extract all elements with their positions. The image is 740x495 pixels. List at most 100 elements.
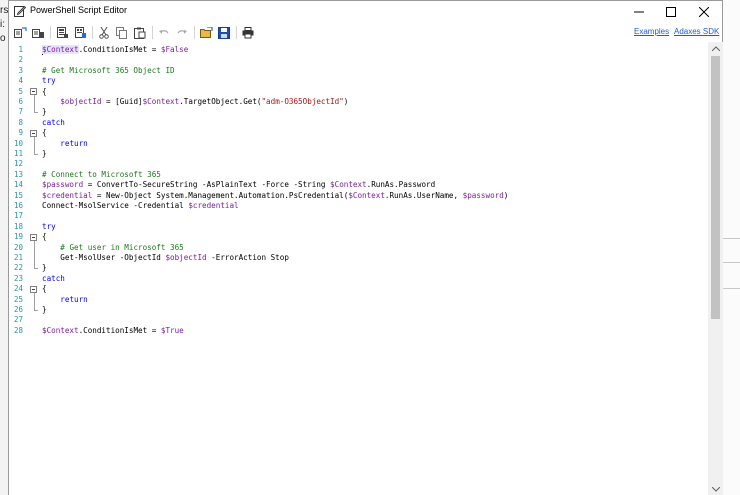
maximize-button[interactable] <box>655 1 687 22</box>
code-line: Get-MsolUser -ObjectId $objectId -ErrorA… <box>42 253 289 263</box>
code-token: .TargetObject.Get( <box>179 97 262 106</box>
insert-snippet-button[interactable] <box>54 25 70 40</box>
scroll-thumb[interactable] <box>711 56 720 319</box>
line-number: 8 <box>18 117 23 127</box>
document-icon <box>56 26 68 38</box>
code-line: try <box>42 76 56 86</box>
code-line: # Get Microsoft 365 Object ID <box>42 66 175 76</box>
code-token: .RunAs.Password <box>366 180 436 190</box>
line-number: 1 <box>18 45 23 54</box>
code-line: try <box>42 222 56 232</box>
scroll-up-button[interactable] <box>708 42 723 54</box>
code-token: try <box>42 221 56 231</box>
line-number: 14 <box>13 180 23 190</box>
uncomment-button[interactable] <box>30 25 46 40</box>
fold-guide-end <box>34 310 38 311</box>
code-line: catch <box>42 274 65 284</box>
save-button[interactable] <box>216 25 232 40</box>
code-token: # Get Microsoft 365 Object ID <box>42 65 175 75</box>
code-line: $password = ConvertTo-SecureString -AsPl… <box>42 180 435 190</box>
code-token: .ConditionIsMet = <box>78 325 161 335</box>
line-number: 12 <box>13 159 23 169</box>
fold-toggle[interactable] <box>30 233 37 241</box>
line-number: 16 <box>13 201 23 210</box>
fold-guide-end <box>34 268 38 270</box>
copy-icon <box>116 26 127 39</box>
print-button[interactable] <box>240 25 256 40</box>
code-editor[interactable]: 1 2 3 4 5 6 7 8 9 10 11 12 13 14 15 16 17 18 19 20 21 22 23 24 2… <box>9 42 708 495</box>
open-file-button[interactable] <box>198 25 214 40</box>
line-number: 17 <box>13 211 23 221</box>
close-button[interactable] <box>688 1 720 22</box>
folder-open-icon <box>199 26 213 38</box>
line-number: 27 <box>13 315 23 325</box>
line-number-gutter: 1 2 3 4 5 6 7 8 9 10 11 12 13 14 15 16 17 18 19 20 21 22 23 24 2… <box>9 42 31 495</box>
background-label: i: <box>0 19 5 30</box>
line-number: 7 <box>18 107 23 117</box>
comment-button[interactable] <box>12 25 28 40</box>
toolbar-separator <box>194 26 195 39</box>
paste-button[interactable] <box>132 25 148 40</box>
line-number: 26 <box>13 305 23 314</box>
code-line: } <box>42 107 47 117</box>
uncomment-lines-icon <box>31 28 44 38</box>
code-token: return <box>60 138 88 148</box>
code-token: $Context <box>42 45 79 54</box>
code-line: Connect-MsolService -Credential $credent… <box>42 201 239 211</box>
code-token: # Connect to Microsoft 365 <box>42 169 161 179</box>
minimize-button[interactable] <box>623 1 655 22</box>
code-token: ) <box>343 97 349 106</box>
toolbar-separator <box>50 26 51 39</box>
fold-toggle[interactable] <box>30 129 37 137</box>
code-token: { <box>42 232 47 242</box>
code-line: # Connect to Microsoft 365 <box>42 170 161 180</box>
background-label: o <box>0 33 6 44</box>
examples-link[interactable]: Examples <box>634 27 669 36</box>
line-number: 9 <box>18 128 23 138</box>
title-bar[interactable]: PowerShell Script Editor <box>9 1 722 22</box>
line-number: 22 <box>13 263 23 273</box>
code-line: } <box>42 149 47 159</box>
line-number: 10 <box>13 138 23 148</box>
code-token: } <box>42 305 47 314</box>
scroll-down-button[interactable] <box>708 483 723 495</box>
line-number: 21 <box>13 253 23 262</box>
fold-toggle[interactable] <box>30 285 37 293</box>
fold-guide <box>34 292 35 311</box>
code-token: $Context <box>348 190 385 200</box>
line-number: 25 <box>13 294 23 304</box>
divider <box>720 238 740 239</box>
adaxes-sdk-link[interactable]: Adaxes SDK <box>674 27 719 36</box>
chevron-up-icon <box>711 45 720 51</box>
line-number: 2 <box>18 55 23 65</box>
cut-button[interactable] <box>96 25 112 40</box>
code-token: } <box>42 107 47 117</box>
code-token: $True <box>160 325 184 335</box>
fold-toggle[interactable] <box>30 88 37 96</box>
toolbar-separator <box>152 26 153 39</box>
code-line: return <box>42 138 88 149</box>
code-token: Connect-MsolService -Credential <box>42 201 189 210</box>
comment-lines-icon <box>13 26 27 38</box>
code-token: $credential <box>188 201 239 210</box>
save-icon <box>218 26 230 39</box>
background-app-right-edge <box>720 0 740 495</box>
chevron-down-icon <box>711 486 720 492</box>
line-number: 13 <box>13 169 23 179</box>
toolbar-separator <box>236 26 237 39</box>
undo-button[interactable] <box>156 25 172 40</box>
line-number: 3 <box>18 65 23 75</box>
code-token: = ConvertTo-SecureString -AsPlainText -F… <box>83 180 331 190</box>
redo-button[interactable] <box>174 25 190 40</box>
code-token: $Context <box>330 180 367 190</box>
vertical-scrollbar[interactable] <box>708 42 723 495</box>
insert-template-button[interactable] <box>72 25 88 40</box>
code-token: { <box>42 86 47 96</box>
line-number: 15 <box>13 190 23 200</box>
fold-guide <box>34 136 35 155</box>
edit-script-icon <box>14 5 26 17</box>
code-line: { <box>42 87 47 97</box>
copy-button[interactable] <box>114 25 130 40</box>
